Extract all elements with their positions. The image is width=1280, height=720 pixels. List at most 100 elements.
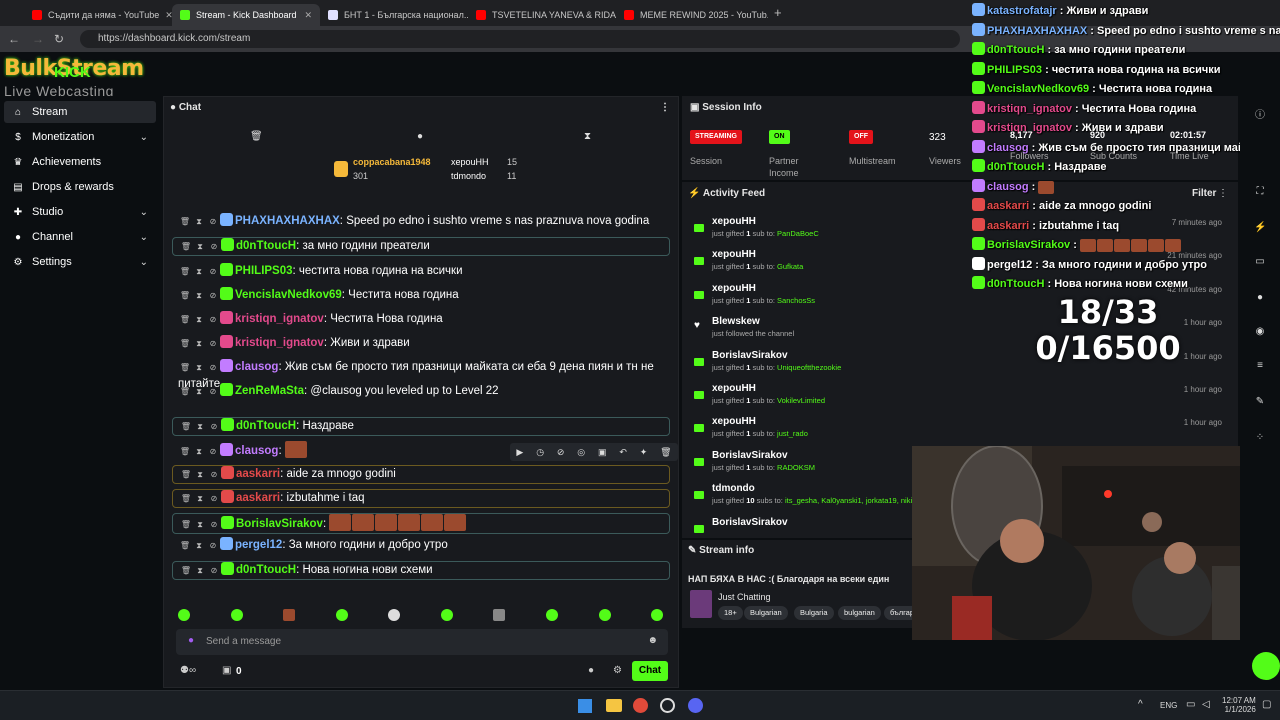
emote-icon[interactable] (441, 609, 453, 621)
ban-icon[interactable]: ⊘ (206, 311, 220, 328)
language-indicator[interactable]: ENG (1160, 701, 1177, 710)
chat-username[interactable]: clausog (235, 445, 278, 457)
delete-icon[interactable]: 🗑 (178, 359, 192, 376)
ban-icon[interactable]: ⊘ (206, 263, 220, 280)
timeout-icon[interactable]: ⧗ (193, 516, 207, 533)
chat-message[interactable]: 🗑 ⧗ ⊘ d0nTtoucH: за мно години преатели (172, 237, 670, 256)
play-icon[interactable]: ▶ (516, 447, 523, 458)
emote-icon[interactable] (546, 609, 558, 621)
windows-start-icon[interactable] (578, 699, 592, 713)
emoji-icon[interactable]: ☻ (647, 635, 658, 646)
sidebar-item-achievements[interactable]: ♛ Achievements (4, 151, 156, 173)
delete-icon[interactable]: 🗑 (178, 335, 192, 352)
timeout-icon[interactable]: ⧗ (192, 213, 206, 230)
chat-message[interactable]: 🗑 ⧗ ⊘ kristiqn_ignatov: Честита Нова година (172, 311, 670, 328)
timeout-icon[interactable]: ⧗ (192, 359, 206, 376)
timeout-icon[interactable]: ⧗ (192, 335, 206, 352)
delete-icon[interactable]: 🗑 (178, 287, 192, 304)
ban-icon[interactable]: ⊘ (206, 383, 220, 400)
more-icon[interactable]: ⋮ (660, 102, 670, 113)
ban-icon[interactable]: ⊘ (206, 335, 220, 352)
ban-icon[interactable]: ⊘ (207, 516, 221, 533)
ban-icon[interactable]: ⊘ (206, 287, 220, 304)
clock-icon[interactable]: ◷ (536, 447, 544, 458)
delete-icon[interactable]: 🗑 (179, 466, 193, 483)
timeout-icon[interactable]: ⧗ (192, 443, 206, 460)
network-icon[interactable]: ▭ (1186, 699, 1195, 710)
circle-icon[interactable]: ◎ (577, 447, 585, 458)
sidebar-item-channel[interactable]: ● Channel ⌄ (4, 226, 156, 248)
close-icon[interactable]: ✕ (165, 10, 172, 21)
chat-message[interactable]: 🗑 ⧗ ⊘ pergel12: За много години и добро утр… (172, 537, 670, 554)
hourglass-icon[interactable]: ⧗ (584, 131, 591, 142)
notification-icon[interactable]: ▢ (1262, 699, 1271, 710)
delete-icon[interactable]: 🗑 (178, 383, 192, 400)
sidebar-item-studio[interactable]: ✚ Studio ⌄ (4, 201, 156, 223)
sidebar-item-monetization[interactable]: $ Monetization ⌄ (4, 126, 156, 148)
ban-icon[interactable]: ⊘ (207, 562, 221, 579)
activity-user[interactable]: xepouHH (712, 249, 756, 260)
delete-icon[interactable]: 🗑 (178, 263, 192, 280)
chat-username[interactable]: d0nTtoucH (236, 240, 296, 252)
chat-message[interactable]: 🗑 ⧗ ⊘ aaskarri: izbutahme i taq (172, 489, 670, 508)
activity-user[interactable]: xepouHH (712, 416, 756, 427)
delete-icon[interactable]: 🗑 (178, 213, 192, 230)
forward-icon[interactable]: → (32, 32, 44, 46)
info-icon[interactable]: ⓘ (1254, 106, 1266, 121)
timeout-icon[interactable]: ⧗ (192, 383, 206, 400)
delete-icon[interactable]: 🗑 (178, 443, 192, 460)
activity-item[interactable]: xepouHH just gifted 1 sub to: just_rado 1 … (692, 416, 1222, 448)
back-icon[interactable]: ← (8, 32, 20, 46)
chat-username[interactable]: kristiqn_ignatov (235, 313, 324, 325)
browser-tab-meme[interactable]: MEME REWIND 2025 - YouTub...✕ (616, 4, 768, 26)
ban-icon[interactable]: ⊘ (206, 443, 220, 460)
send-message-input[interactable]: ● Send a message ☻ (176, 629, 668, 655)
chat-username[interactable]: pergel12 (235, 539, 282, 551)
pin-icon[interactable]: ✦ (640, 447, 648, 458)
activity-user[interactable]: xepouHH (712, 383, 756, 394)
expand-icon[interactable]: ⛶ (1254, 186, 1266, 197)
undo-icon[interactable]: ↶ (619, 447, 627, 458)
gear-icon[interactable]: ⚙ (613, 665, 622, 676)
timeout-icon[interactable]: ⧗ (193, 238, 207, 255)
chat-message[interactable]: 🗑 ⧗ ⊘ d0nTtoucH: Наздраве (172, 417, 670, 436)
clock[interactable]: 12:07 AM 1/1/2026 (1222, 696, 1256, 714)
new-tab-button[interactable]: + (774, 5, 782, 20)
emote-icon[interactable] (651, 609, 663, 621)
chat-username[interactable]: clausog (235, 361, 278, 373)
mute-icon[interactable]: ⊘ (557, 447, 565, 458)
multistream-status[interactable]: OFF (849, 130, 873, 144)
stream-category[interactable]: Just Chatting (718, 592, 771, 602)
chat-message[interactable]: 🗑 ⧗ ⊘ d0nTtoucH: Нова ногина нови схеми (172, 561, 670, 580)
chat-message[interactable]: 🗑 ⧗ ⊘ PHILIPS03: честита нова година на вси… (172, 263, 670, 280)
timeout-icon[interactable]: ⧗ (193, 562, 207, 579)
browser-tab-youtube[interactable]: Съдити да няма - YouTube ✕ (24, 4, 172, 26)
sidebar-item-settings[interactable]: ⚙ Settings ⌄ (4, 251, 156, 273)
broadcast-icon[interactable]: ◉ (1254, 326, 1266, 337)
chat-send-button[interactable]: Chat (632, 661, 668, 681)
chat-bubble-icon[interactable]: ● (588, 665, 594, 676)
timeout-icon[interactable]: ⧗ (193, 466, 207, 483)
close-icon[interactable]: ✕ (304, 10, 312, 21)
emote-icon[interactable] (231, 609, 243, 621)
chat-bubble-icon[interactable]: ● (1254, 292, 1266, 303)
volume-icon[interactable]: ◁ (1202, 699, 1210, 710)
emote-icon[interactable] (283, 609, 295, 621)
timeout-icon[interactable]: ⧗ (193, 490, 207, 507)
emote-icon[interactable] (599, 609, 611, 621)
ban-icon[interactable]: ⊘ (207, 238, 221, 255)
activity-item[interactable]: xepouHH just gifted 1 sub to: VokilevLimi… (692, 383, 1222, 415)
file-explorer-icon[interactable] (606, 699, 622, 712)
chat-message[interactable]: 🗑 ⧗ ⊘ kristiqn_ignatov: Живи и здрави (172, 335, 670, 352)
ban-icon[interactable]: ⊘ (206, 213, 220, 230)
chat-username[interactable]: BorislavSirakov (236, 518, 323, 530)
ban-icon[interactable]: ⊘ (206, 537, 220, 554)
emote-icon[interactable] (388, 609, 400, 621)
ban-icon[interactable]: ⊘ (207, 490, 221, 507)
delete-icon[interactable]: 🗑 (179, 418, 193, 435)
layers-icon[interactable]: ≡ (1254, 360, 1266, 371)
tray-chevron-icon[interactable]: ^ (1138, 699, 1143, 710)
url-field[interactable]: https://dashboard.kick.com/stream (80, 30, 960, 48)
browser-tab-bnt[interactable]: БНТ 1 - Българска национал...✕ (320, 4, 468, 26)
card-icon[interactable]: ▭ (1254, 256, 1266, 267)
